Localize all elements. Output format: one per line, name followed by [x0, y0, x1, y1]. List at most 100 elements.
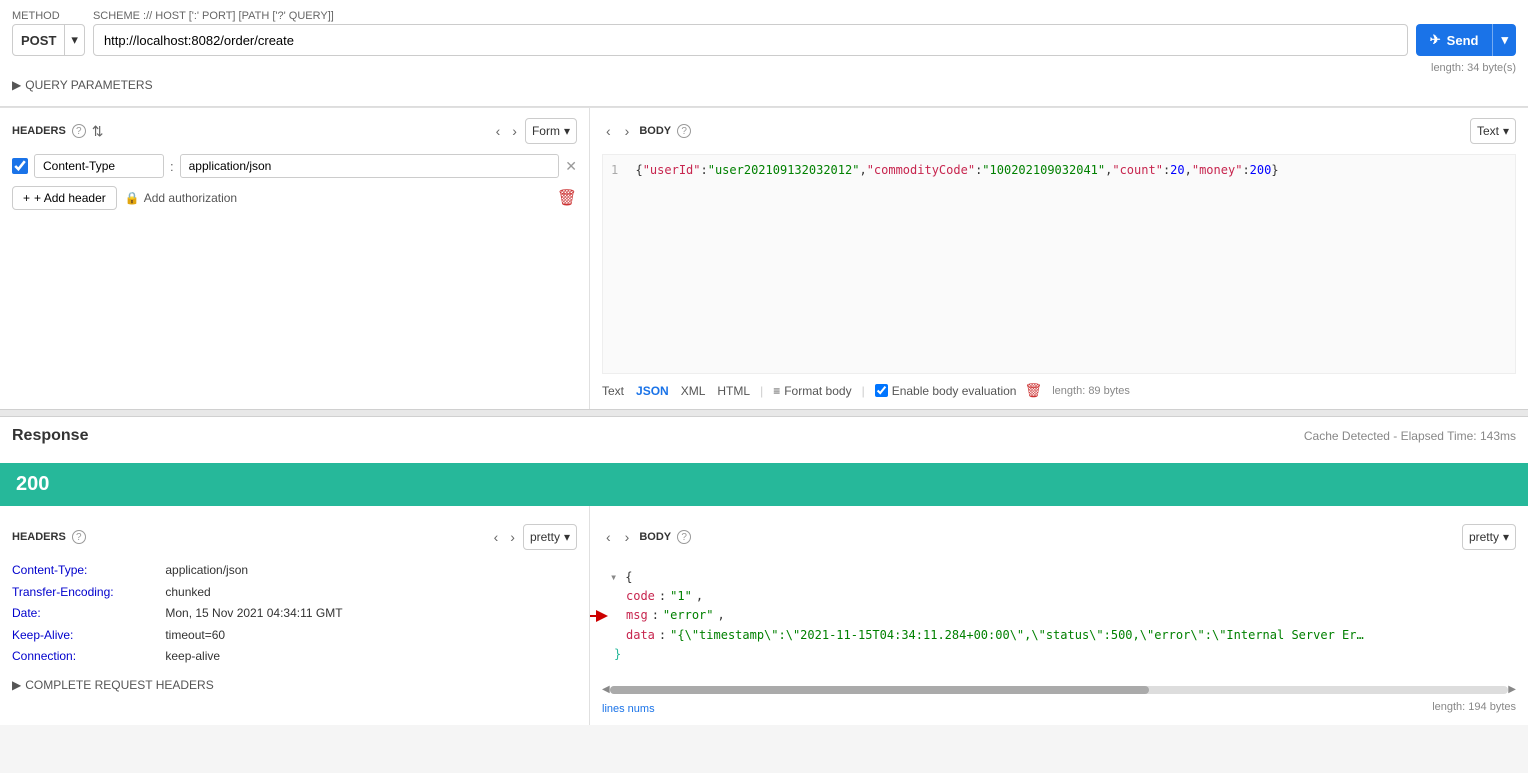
- body-editor[interactable]: 1 {"userId":"user202109132032012","commo…: [602, 154, 1516, 374]
- complete-req-button[interactable]: ▶ COMPLETE REQUEST HEADERS: [12, 678, 577, 692]
- resp-headers-format-label: pretty: [530, 530, 560, 544]
- resp-headers-format-arrow: ▾: [564, 530, 570, 544]
- header-value-0[interactable]: [180, 154, 560, 178]
- method-select[interactable]: POST ▾: [12, 24, 85, 56]
- resp-header-key-4: Connection:: [12, 646, 162, 668]
- body-json-key-count: "count": [1112, 163, 1163, 177]
- lines-nums-button[interactable]: lines nums: [602, 703, 655, 715]
- resp-body-format-arrow: ▾: [1503, 530, 1509, 544]
- body-json-val-money: 200: [1250, 163, 1272, 177]
- send-button[interactable]: ✈ Send ▾: [1416, 24, 1516, 56]
- enable-eval-text: Enable body evaluation: [892, 384, 1017, 398]
- resp-code-key: code: [626, 587, 655, 606]
- section-divider: [0, 409, 1528, 417]
- collapse-icon[interactable]: ▾: [610, 568, 617, 587]
- send-label: Send: [1447, 33, 1479, 48]
- body-nav-right[interactable]: ›: [621, 123, 634, 139]
- url-length: length: 34 byte(s): [12, 62, 1516, 74]
- resp-header-item-4: Connection: keep-alive: [12, 646, 577, 668]
- resp-body-code-line: code : "1",: [610, 587, 1508, 606]
- method-dropdown-arrow[interactable]: ▾: [64, 25, 84, 55]
- url-scheme-label: SCHEME :// HOST [':' PORT] [PATH ['?' QU…: [93, 10, 1408, 22]
- header-delete-0[interactable]: ✕: [565, 158, 577, 175]
- resp-header-val-2: Mon, 15 Nov 2021 04:34:11 GMT: [165, 606, 342, 620]
- enable-eval-checkbox[interactable]: [875, 384, 888, 397]
- resp-code-val: "1": [670, 587, 692, 606]
- resp-headers-format-select[interactable]: pretty ▾: [523, 524, 577, 550]
- lock-icon: 🔒: [125, 191, 140, 205]
- add-auth-button[interactable]: 🔒 Add authorization: [125, 191, 237, 205]
- body-json-val-count: 20: [1170, 163, 1184, 177]
- resp-body-editor: ▾ { code : "1", msg: [602, 560, 1516, 680]
- body-tab-xml[interactable]: XML: [681, 384, 706, 398]
- body-text-format-arrow: ▾: [1503, 124, 1509, 138]
- url-input[interactable]: [93, 24, 1408, 56]
- headers-sort-icon[interactable]: ⇅: [92, 123, 104, 140]
- resp-body-format-label: pretty: [1469, 530, 1499, 544]
- query-params-toggle[interactable]: ▶ QUERY PARAMETERS: [12, 74, 1516, 96]
- body-tab-json[interactable]: JSON: [636, 384, 669, 398]
- status-code: 200: [16, 473, 49, 495]
- body-nav-left[interactable]: ‹: [602, 123, 615, 139]
- body-length: length: 89 bytes: [1052, 385, 1130, 397]
- resp-header-key-1: Transfer-Encoding:: [12, 582, 162, 604]
- method-label: METHOD: [12, 10, 85, 22]
- headers-format-select[interactable]: Form ▾: [525, 118, 577, 144]
- body-text-format-select[interactable]: Text ▾: [1470, 118, 1516, 144]
- resp-header-key-3: Keep-Alive:: [12, 625, 162, 647]
- delete-body-button[interactable]: 🗑: [1024, 382, 1042, 399]
- body-help-icon[interactable]: ?: [677, 124, 691, 138]
- resp-body-format-select[interactable]: pretty ▾: [1462, 524, 1516, 550]
- body-json-val-commodity: "100202109032041": [982, 163, 1105, 177]
- response-header-row: Response Cache Detected - Elapsed Time: …: [12, 427, 1516, 445]
- format-body-icon: ≡: [773, 384, 780, 398]
- add-header-button[interactable]: + + Add header: [12, 186, 117, 210]
- body-title: BODY: [639, 125, 671, 137]
- resp-header-key-2: Date:: [12, 603, 162, 625]
- body-text-format-label: Text: [1477, 124, 1499, 138]
- resp-body-nav-right[interactable]: ›: [621, 529, 634, 545]
- delete-all-headers-button[interactable]: 🗑: [557, 188, 577, 208]
- headers-help-icon[interactable]: ?: [72, 124, 86, 138]
- add-header-label: + Add header: [34, 191, 106, 205]
- header-key-0[interactable]: [34, 154, 164, 178]
- resp-header-item-0: Content-Type: application/json: [12, 560, 577, 582]
- format-body-button[interactable]: ≡ Format body: [773, 384, 851, 398]
- headers-nav-left[interactable]: ‹: [492, 123, 505, 139]
- header-checkbox-0[interactable]: [12, 158, 28, 174]
- resp-body-close-brace: }: [610, 645, 1508, 664]
- header-item-0: : ✕: [12, 154, 577, 178]
- add-auth-label: Add authorization: [144, 191, 237, 205]
- resp-header-item-2: Date: Mon, 15 Nov 2021 04:34:11 GMT: [12, 603, 577, 625]
- horizontal-scrollbar[interactable]: ◀ ▶: [602, 684, 1516, 695]
- resp-body-nav-left[interactable]: ‹: [602, 529, 615, 545]
- body-tab-text[interactable]: Text: [602, 384, 624, 398]
- resp-body-open-brace: ▾ {: [610, 568, 1508, 587]
- resp-header-key-0: Content-Type:: [12, 560, 162, 582]
- cache-info: Cache Detected - Elapsed Time: 143ms: [1304, 429, 1516, 443]
- resp-header-item-1: Transfer-Encoding: chunked: [12, 582, 577, 604]
- add-header-plus: +: [23, 191, 30, 205]
- resp-headers-title: HEADERS: [12, 531, 66, 543]
- enable-eval-label[interactable]: Enable body evaluation: [875, 384, 1017, 398]
- scroll-right-arrow[interactable]: ▶: [1508, 684, 1516, 695]
- resp-body-title: BODY: [639, 531, 671, 543]
- headers-format-label: Form: [532, 124, 560, 138]
- resp-data-key: data: [626, 626, 655, 645]
- send-dropdown-arrow[interactable]: ▾: [1492, 24, 1516, 56]
- query-params-arrow: ▶: [12, 78, 21, 92]
- resp-headers-help-icon[interactable]: ?: [72, 530, 86, 544]
- query-params-label: QUERY PARAMETERS: [25, 78, 152, 92]
- body-tab-html[interactable]: HTML: [717, 384, 750, 398]
- scrollbar-thumb[interactable]: [610, 686, 1149, 694]
- resp-body-msg-line: msg : "error",: [610, 606, 1508, 625]
- headers-nav-right[interactable]: ›: [508, 123, 521, 139]
- resp-body-help-icon[interactable]: ?: [677, 530, 691, 544]
- resp-headers-nav-left[interactable]: ‹: [490, 529, 503, 545]
- scroll-left-arrow[interactable]: ◀: [602, 684, 610, 695]
- resp-headers-nav-right[interactable]: ›: [506, 529, 519, 545]
- scrollbar-track[interactable]: [610, 686, 1509, 694]
- red-arrow-icon: [590, 606, 610, 626]
- format-body-label: Format body: [784, 384, 851, 398]
- body-json-key-userid: "userId": [643, 163, 701, 177]
